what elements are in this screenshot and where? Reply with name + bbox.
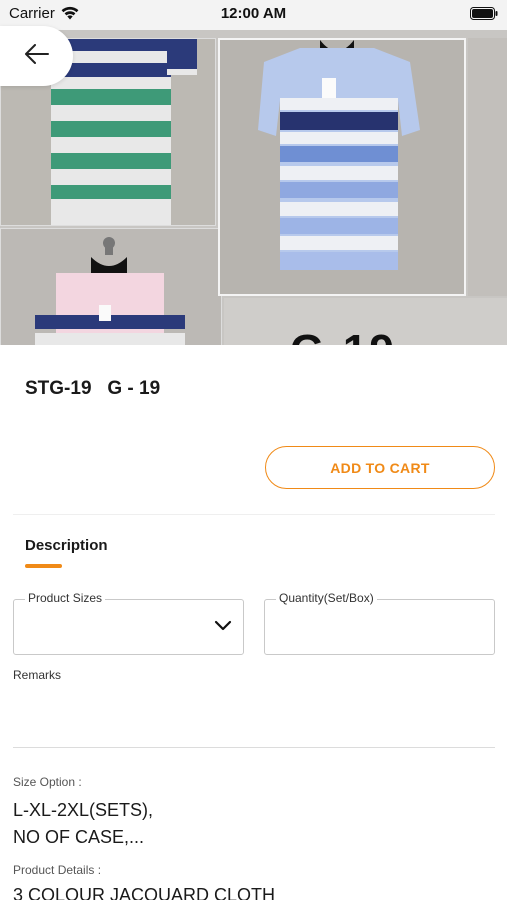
status-time: 12:00 AM	[220, 5, 287, 22]
quantity-field[interactable]: Quantity(Set/Box)	[264, 591, 495, 655]
product-image-carousel[interactable]: G-19	[0, 30, 507, 345]
gallery-caption: G-19	[290, 326, 396, 345]
product-title: STG-19 G - 19	[25, 378, 161, 399]
product-photo	[468, 38, 507, 296]
product-photo	[0, 228, 222, 345]
back-button[interactable]	[0, 26, 73, 86]
divider	[13, 514, 495, 515]
product-photo	[218, 38, 466, 296]
product-sizes-label: Product Sizes	[25, 591, 106, 605]
product-details-label: Product Details :	[13, 863, 102, 877]
product-sizes-select[interactable]: Product Sizes	[13, 591, 244, 655]
arrow-left-icon	[24, 43, 50, 69]
remarks-input[interactable]	[13, 747, 495, 748]
product-details-value: 3 COLOUR JACQUARD CLOTH	[13, 885, 276, 900]
add-to-cart-button[interactable]: ADD TO CART	[265, 446, 495, 489]
battery-icon	[470, 7, 498, 25]
chevron-down-icon	[214, 619, 232, 637]
product-detail-sheet: STG-19 G - 19 ADD TO CART Description Pr…	[0, 348, 507, 900]
tab-description[interactable]: Description	[25, 537, 108, 554]
tab-active-indicator	[25, 564, 62, 568]
size-option-label: Size Option :	[13, 775, 82, 789]
remarks-label: Remarks	[13, 668, 62, 682]
quantity-label: Quantity(Set/Box)	[276, 591, 377, 605]
size-option-value: L-XL-2XL(SETS), NO OF CASE,...	[13, 800, 154, 847]
status-bar: Carrier 12:00 AM	[0, 0, 507, 30]
